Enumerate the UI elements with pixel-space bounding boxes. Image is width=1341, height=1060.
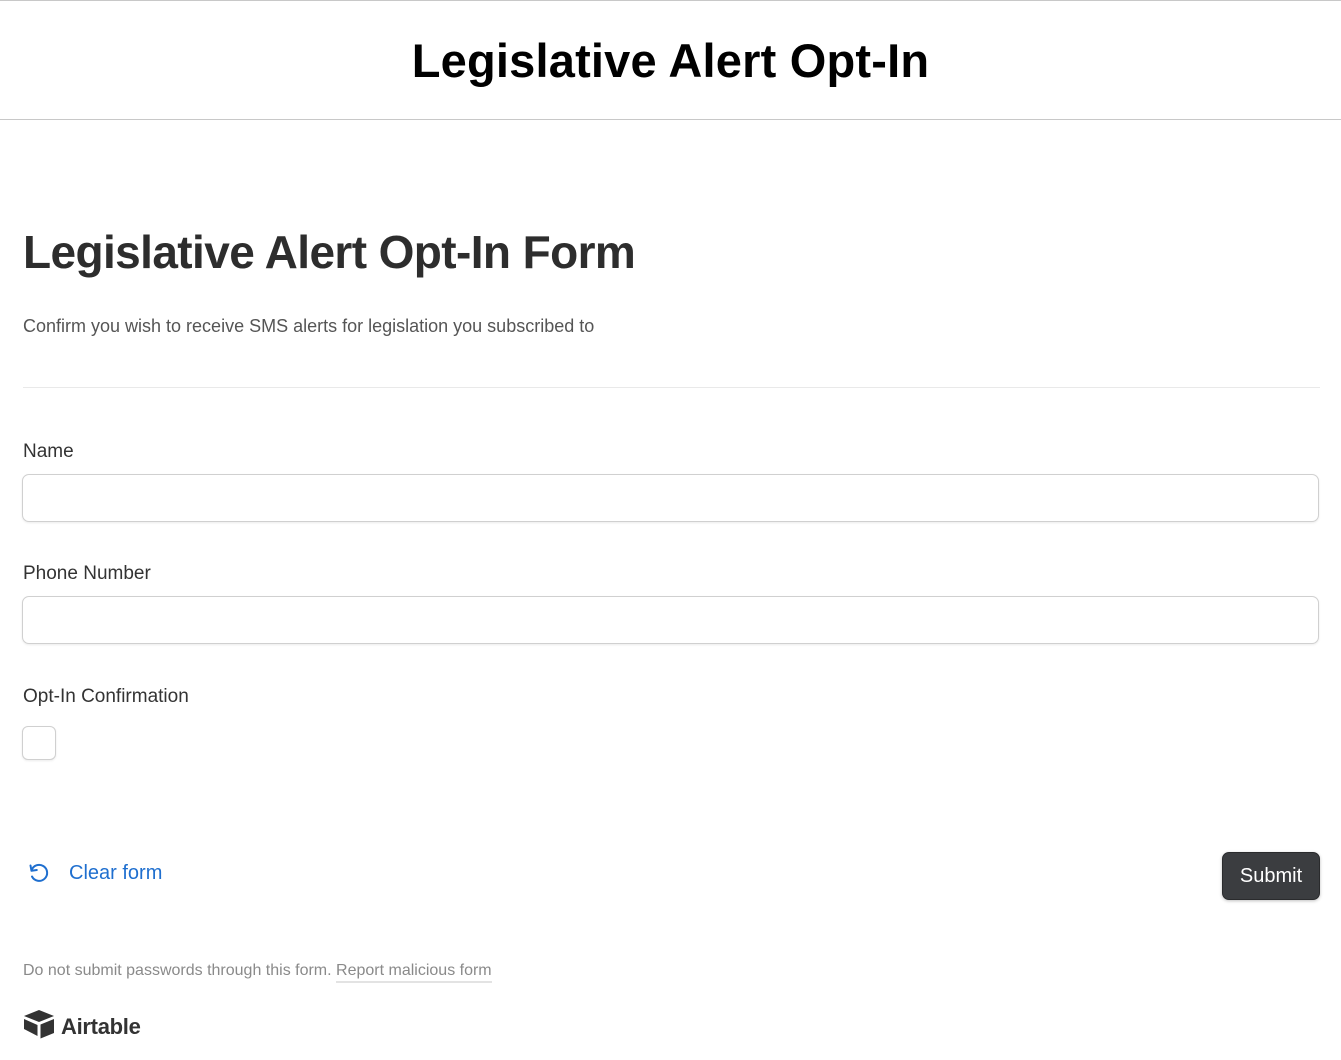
airtable-brand[interactable]: Airtable — [23, 1009, 141, 1044]
clear-form-label: Clear form — [69, 861, 163, 884]
footer-note: Do not submit passwords through this for… — [23, 962, 492, 983]
form-title: Legislative Alert Opt-In Form — [23, 226, 636, 278]
submit-button[interactable]: Submit — [1222, 852, 1320, 900]
form-description: Confirm you wish to receive SMS alerts f… — [23, 316, 595, 336]
phone-number-label: Phone Number — [23, 563, 151, 584]
page-title: Legislative Alert Opt-In — [411, 33, 930, 87]
page-header: Legislative Alert Opt-In — [0, 0, 1341, 120]
opt-in-checkbox[interactable] — [22, 726, 56, 760]
report-malicious-form-link[interactable]: Report malicious form — [336, 962, 492, 983]
clear-form-button[interactable]: Clear form — [27, 861, 162, 885]
undo-icon — [27, 861, 51, 885]
name-label: Name — [23, 441, 74, 462]
airtable-wordmark: Airtable — [61, 1013, 141, 1039]
opt-in-confirmation-label: Opt-In Confirmation — [23, 686, 189, 707]
airtable-logo-icon — [23, 1009, 55, 1044]
phone-number-input[interactable] — [22, 596, 1319, 644]
name-input[interactable] — [22, 474, 1319, 522]
form-divider — [23, 387, 1320, 388]
password-warning: Do not submit passwords through this for… — [23, 962, 332, 979]
